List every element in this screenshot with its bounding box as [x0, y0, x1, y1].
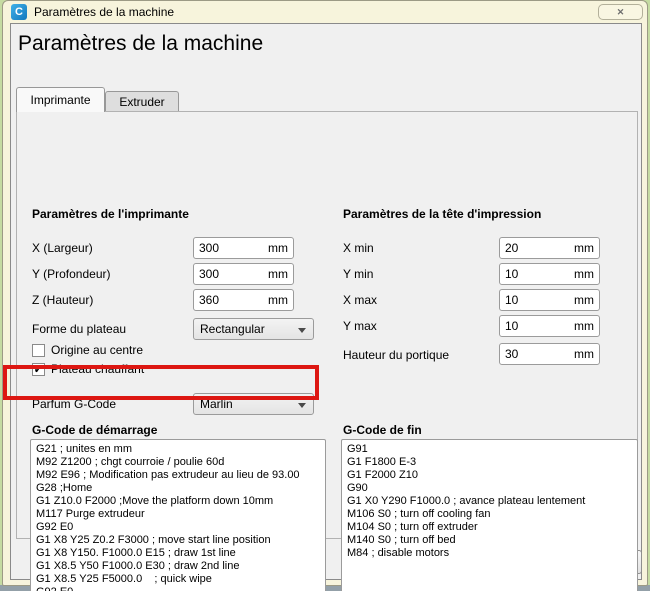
- unit-label: mm: [574, 241, 594, 255]
- end-gcode-title: G-Code de fin: [343, 423, 422, 437]
- unit-label: mm: [574, 293, 594, 307]
- printer-section-title: Paramètres de l'imprimante: [32, 207, 189, 221]
- bed-shape-dropdown[interactable]: Rectangular: [193, 318, 314, 340]
- window-title: Paramètres de la machine: [34, 5, 175, 19]
- x-min-input[interactable]: 20 mm: [499, 237, 600, 259]
- z-height-label: Z (Hauteur): [32, 293, 94, 307]
- y-depth-value: 300: [199, 267, 220, 281]
- x-min-value: 20: [505, 241, 519, 255]
- bed-shape-value: Rectangular: [200, 322, 265, 336]
- annotation-highlight-box: [3, 365, 319, 400]
- x-max-value: 10: [505, 293, 519, 307]
- bed-shape-label: Forme du plateau: [32, 322, 127, 336]
- chevron-down-icon: [298, 328, 306, 333]
- x-max-label: X max: [343, 293, 378, 307]
- unit-label: mm: [574, 319, 594, 333]
- origin-center-checkbox[interactable]: [32, 344, 45, 357]
- page-title: Paramètres de la machine: [18, 32, 264, 55]
- tab-pane: Paramètres de l'imprimante X (Largeur) 3…: [16, 111, 638, 591]
- y-min-input[interactable]: 10 mm: [499, 263, 600, 285]
- close-icon: ✕: [616, 7, 625, 17]
- y-max-value: 10: [505, 319, 519, 333]
- desktop-background: C Paramètres de la machine ✕ Paramètres …: [0, 0, 650, 591]
- tab-imprimante[interactable]: Imprimante: [16, 87, 105, 112]
- dialog-client-area: Paramètres de la machine Imprimante Extr…: [10, 23, 642, 591]
- start-gcode-textarea[interactable]: G21 ; unites en mm M92 Z1200 ; chgt cour…: [30, 439, 326, 591]
- gantry-height-value: 30: [505, 347, 519, 361]
- z-height-value: 360: [199, 293, 220, 307]
- printhead-section-title: Paramètres de la tête d'impression: [343, 207, 542, 221]
- z-height-input[interactable]: 360 mm: [193, 289, 294, 311]
- window-titlebar[interactable]: C Paramètres de la machine ✕: [3, 1, 647, 23]
- y-max-input[interactable]: 10 mm: [499, 315, 600, 337]
- x-min-label: X min: [343, 241, 374, 255]
- cura-app-icon: C: [11, 4, 27, 20]
- unit-label: mm: [268, 293, 288, 307]
- x-width-input[interactable]: 300 mm: [193, 237, 294, 259]
- window-close-button[interactable]: ✕: [598, 4, 643, 20]
- x-width-label: X (Largeur): [32, 241, 93, 255]
- x-max-input[interactable]: 10 mm: [499, 289, 600, 311]
- unit-label: mm: [268, 267, 288, 281]
- chevron-down-icon: [298, 403, 306, 408]
- unit-label: mm: [574, 347, 594, 361]
- gantry-height-input[interactable]: 30 mm: [499, 343, 600, 365]
- unit-label: mm: [268, 241, 288, 255]
- machine-settings-window: C Paramètres de la machine ✕ Paramètres …: [2, 0, 648, 591]
- y-depth-input[interactable]: 300 mm: [193, 263, 294, 285]
- y-min-label: Y min: [343, 267, 374, 281]
- tab-extruder[interactable]: Extruder: [105, 91, 179, 112]
- end-gcode-textarea[interactable]: G91 G1 F1800 E-3 G1 F2000 Z10 G90 G1 X0 …: [341, 439, 638, 591]
- gantry-height-label: Hauteur du portique: [343, 348, 450, 362]
- start-gcode-title: G-Code de démarrage: [32, 423, 158, 437]
- y-max-label: Y max: [343, 319, 377, 333]
- unit-label: mm: [574, 267, 594, 281]
- y-depth-label: Y (Profondeur): [32, 267, 111, 281]
- x-width-value: 300: [199, 241, 220, 255]
- origin-center-label[interactable]: Origine au centre: [51, 343, 143, 357]
- y-min-value: 10: [505, 267, 519, 281]
